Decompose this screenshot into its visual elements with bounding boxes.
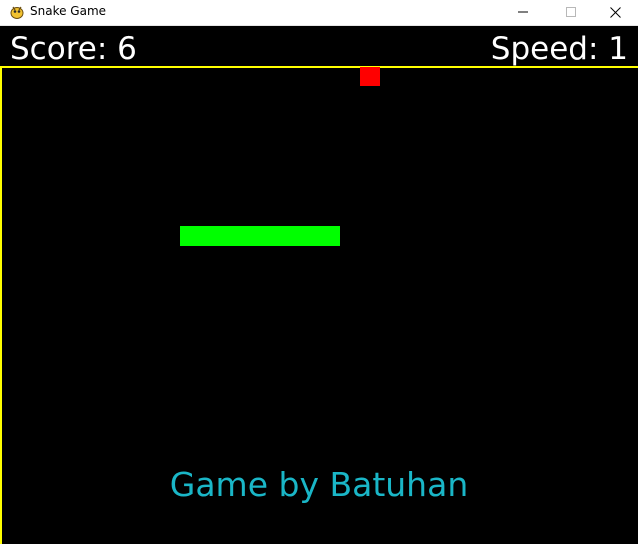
window-title: Snake Game <box>30 4 107 18</box>
snake-segment <box>220 226 240 246</box>
snake-head <box>320 226 340 246</box>
minimize-icon <box>518 11 528 13</box>
snake-segment <box>200 226 220 246</box>
credit-text: Game by Batuhan <box>169 465 469 504</box>
snake-segment <box>260 226 280 246</box>
close-button[interactable] <box>592 0 638 24</box>
speed-label: Speed: 1 <box>490 31 628 67</box>
food-pellet <box>360 67 380 86</box>
snake-segment <box>180 226 200 246</box>
close-icon <box>609 6 621 18</box>
snake-segment <box>300 226 320 246</box>
maximize-icon <box>566 7 576 17</box>
snake-segment <box>240 226 260 246</box>
game-canvas[interactable]: Score: 6 Speed: 1 Game by Batuhan <box>0 26 638 544</box>
window-title-bar[interactable]: Snake Game <box>0 0 638 26</box>
play-area-border-top <box>0 66 638 68</box>
score-label: Score: 6 <box>10 31 137 67</box>
maximize-button[interactable] <box>548 0 594 24</box>
pygame-snake-icon <box>9 4 25 20</box>
snake-segment <box>280 226 300 246</box>
minimize-button[interactable] <box>500 0 546 24</box>
